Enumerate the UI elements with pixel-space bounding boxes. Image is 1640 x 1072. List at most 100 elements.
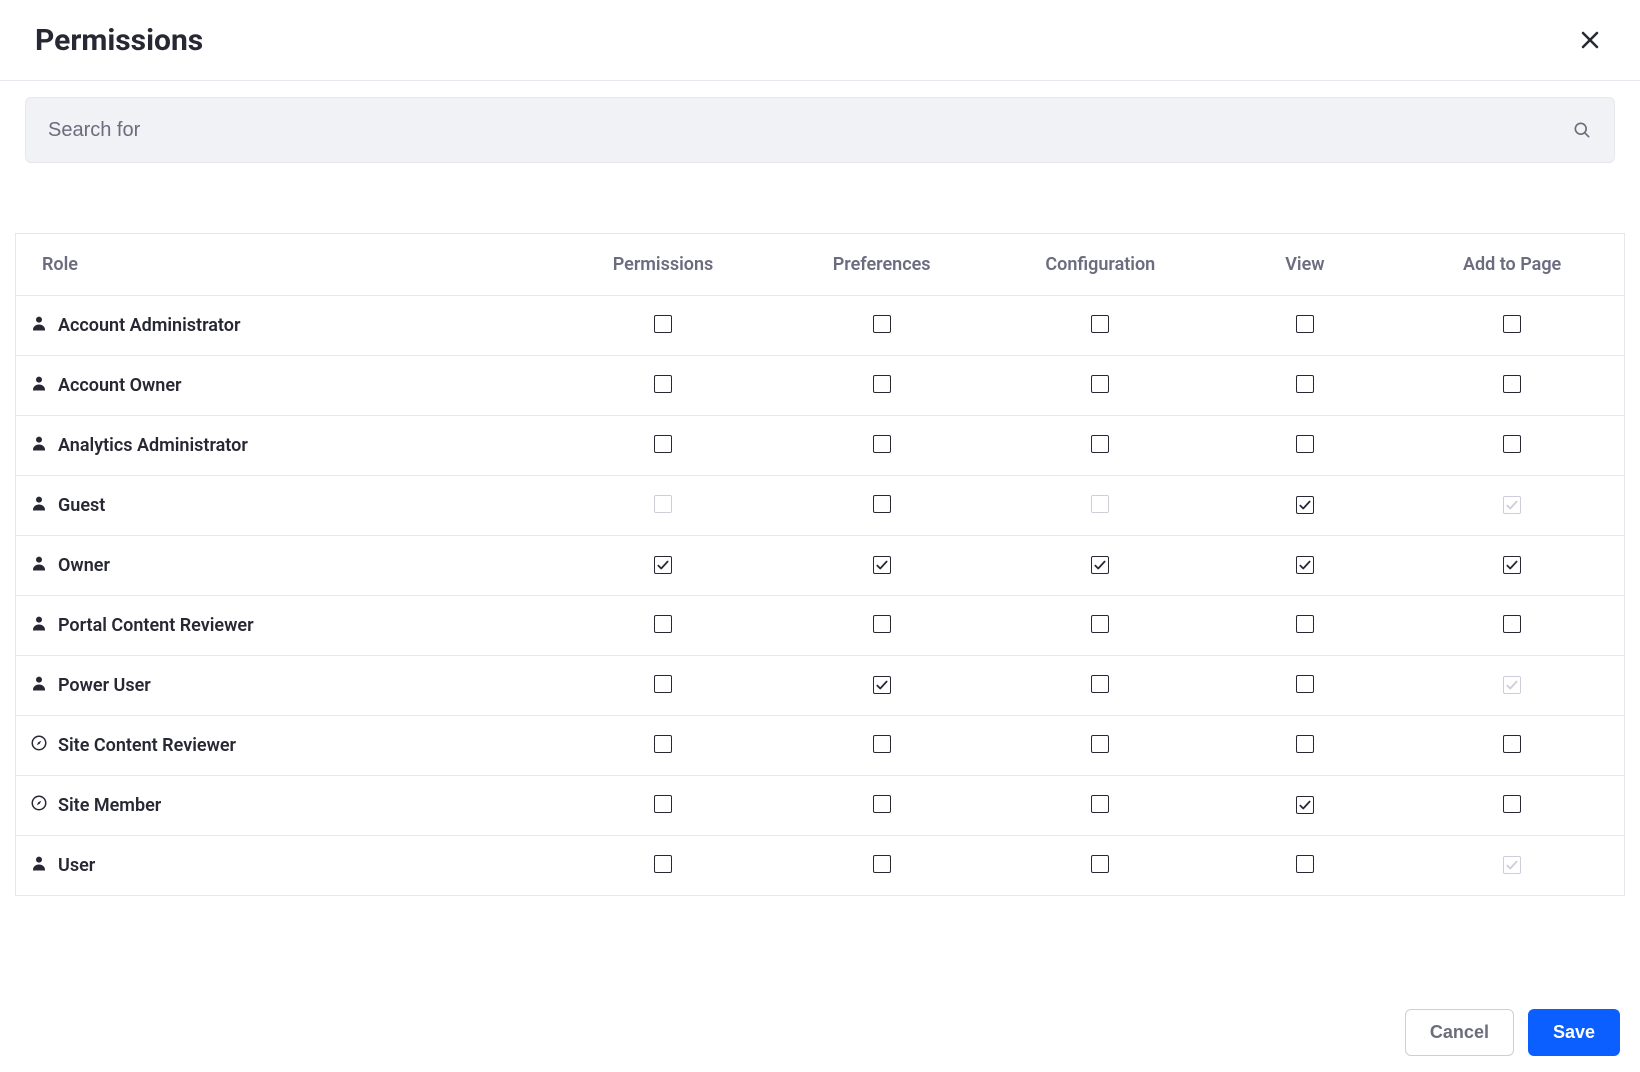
checkbox-add_to_page[interactable] bbox=[1503, 375, 1521, 393]
checkbox-configuration[interactable] bbox=[1091, 375, 1109, 393]
table-header: Role Permissions Preferences Configurati… bbox=[16, 234, 1625, 296]
table-row: Site Member bbox=[16, 776, 1625, 836]
checkbox-add_to_page[interactable] bbox=[1503, 556, 1521, 574]
cancel-button[interactable]: Cancel bbox=[1405, 1009, 1514, 1056]
checkbox-preferences[interactable] bbox=[873, 615, 891, 633]
modal-footer: Cancel Save bbox=[1405, 1009, 1620, 1056]
checkbox-preferences[interactable] bbox=[873, 676, 891, 694]
search-bar bbox=[25, 97, 1615, 163]
checkbox-configuration[interactable] bbox=[1091, 675, 1109, 693]
checkbox-add_to_page[interactable] bbox=[1503, 615, 1521, 633]
role-cell: Guest bbox=[16, 476, 554, 536]
col-header-permissions[interactable]: Permissions bbox=[554, 234, 773, 296]
checkbox-view[interactable] bbox=[1296, 675, 1314, 693]
checkbox-configuration[interactable] bbox=[1091, 435, 1109, 453]
checkbox-view[interactable] bbox=[1296, 615, 1314, 633]
checkbox-configuration[interactable] bbox=[1091, 615, 1109, 633]
cell-preferences bbox=[772, 836, 991, 896]
role-cell: Portal Content Reviewer bbox=[16, 596, 554, 656]
checkbox-preferences[interactable] bbox=[873, 795, 891, 813]
checkbox-view[interactable] bbox=[1296, 496, 1314, 514]
checkbox-configuration[interactable] bbox=[1091, 855, 1109, 873]
role-name: Power User bbox=[58, 675, 151, 696]
checkbox-preferences[interactable] bbox=[873, 375, 891, 393]
checkbox-preferences[interactable] bbox=[873, 735, 891, 753]
col-header-configuration[interactable]: Configuration bbox=[991, 234, 1210, 296]
checkbox-preferences[interactable] bbox=[873, 556, 891, 574]
checkbox-permissions[interactable] bbox=[654, 855, 672, 873]
checkbox-add_to_page[interactable] bbox=[1503, 795, 1521, 813]
checkbox-add_to_page[interactable] bbox=[1503, 735, 1521, 753]
cell-view bbox=[1210, 296, 1401, 356]
cell-view bbox=[1210, 716, 1401, 776]
checkbox-preferences[interactable] bbox=[873, 315, 891, 333]
role-name: Guest bbox=[58, 495, 105, 516]
checkbox-view[interactable] bbox=[1296, 375, 1314, 393]
compass-icon bbox=[30, 734, 48, 757]
checkbox-view[interactable] bbox=[1296, 796, 1314, 814]
role-cell: User bbox=[16, 836, 554, 896]
checkbox-permissions[interactable] bbox=[654, 556, 672, 574]
cell-preferences bbox=[772, 656, 991, 716]
search-button[interactable] bbox=[1564, 112, 1600, 148]
checkbox-permissions[interactable] bbox=[654, 675, 672, 693]
role-cell: Account Administrator bbox=[16, 296, 554, 356]
cell-add_to_page bbox=[1400, 656, 1624, 716]
cell-configuration bbox=[991, 356, 1210, 416]
checkbox-preferences[interactable] bbox=[873, 435, 891, 453]
col-header-preferences[interactable]: Preferences bbox=[772, 234, 991, 296]
role-cell: Site Content Reviewer bbox=[16, 716, 554, 776]
table-row: Analytics Administrator bbox=[16, 416, 1625, 476]
save-button[interactable]: Save bbox=[1528, 1009, 1620, 1056]
checkbox-view[interactable] bbox=[1296, 556, 1314, 574]
checkbox-permissions[interactable] bbox=[654, 315, 672, 333]
close-button[interactable] bbox=[1570, 20, 1610, 60]
checkbox-permissions[interactable] bbox=[654, 435, 672, 453]
cell-permissions bbox=[554, 476, 773, 536]
col-header-role[interactable]: Role bbox=[16, 234, 554, 296]
role-name: Site Content Reviewer bbox=[58, 735, 236, 756]
checkbox-permissions[interactable] bbox=[654, 795, 672, 813]
cell-view bbox=[1210, 656, 1401, 716]
cell-preferences bbox=[772, 356, 991, 416]
cell-view bbox=[1210, 776, 1401, 836]
search-icon bbox=[1572, 120, 1592, 140]
checkbox-add_to_page[interactable] bbox=[1503, 435, 1521, 453]
checkbox-configuration[interactable] bbox=[1091, 556, 1109, 574]
checkbox-view[interactable] bbox=[1296, 315, 1314, 333]
col-header-add-to-page[interactable]: Add to Page bbox=[1400, 234, 1624, 296]
user-icon bbox=[30, 854, 48, 877]
role-cell: Account Owner bbox=[16, 356, 554, 416]
user-icon bbox=[30, 434, 48, 457]
checkbox-permissions[interactable] bbox=[654, 615, 672, 633]
cell-configuration bbox=[991, 596, 1210, 656]
checkbox-preferences[interactable] bbox=[873, 855, 891, 873]
cell-permissions bbox=[554, 776, 773, 836]
search-bar-container bbox=[0, 81, 1640, 163]
cell-configuration bbox=[991, 536, 1210, 596]
checkbox-permissions[interactable] bbox=[654, 735, 672, 753]
cell-permissions bbox=[554, 356, 773, 416]
cell-configuration bbox=[991, 416, 1210, 476]
checkbox-view[interactable] bbox=[1296, 435, 1314, 453]
cell-add_to_page bbox=[1400, 596, 1624, 656]
checkbox-preferences[interactable] bbox=[873, 495, 891, 513]
cell-permissions bbox=[554, 836, 773, 896]
checkbox-configuration bbox=[1091, 495, 1109, 513]
user-icon bbox=[30, 494, 48, 517]
cell-preferences bbox=[772, 296, 991, 356]
search-input[interactable] bbox=[46, 98, 1554, 162]
checkbox-configuration[interactable] bbox=[1091, 315, 1109, 333]
cell-view bbox=[1210, 596, 1401, 656]
cell-view bbox=[1210, 356, 1401, 416]
checkbox-configuration[interactable] bbox=[1091, 795, 1109, 813]
checkbox-add_to_page[interactable] bbox=[1503, 315, 1521, 333]
cell-preferences bbox=[772, 776, 991, 836]
checkbox-view[interactable] bbox=[1296, 855, 1314, 873]
cell-view bbox=[1210, 416, 1401, 476]
checkbox-permissions[interactable] bbox=[654, 375, 672, 393]
checkbox-configuration[interactable] bbox=[1091, 735, 1109, 753]
col-header-view[interactable]: View bbox=[1210, 234, 1401, 296]
checkbox-view[interactable] bbox=[1296, 735, 1314, 753]
cell-permissions bbox=[554, 656, 773, 716]
